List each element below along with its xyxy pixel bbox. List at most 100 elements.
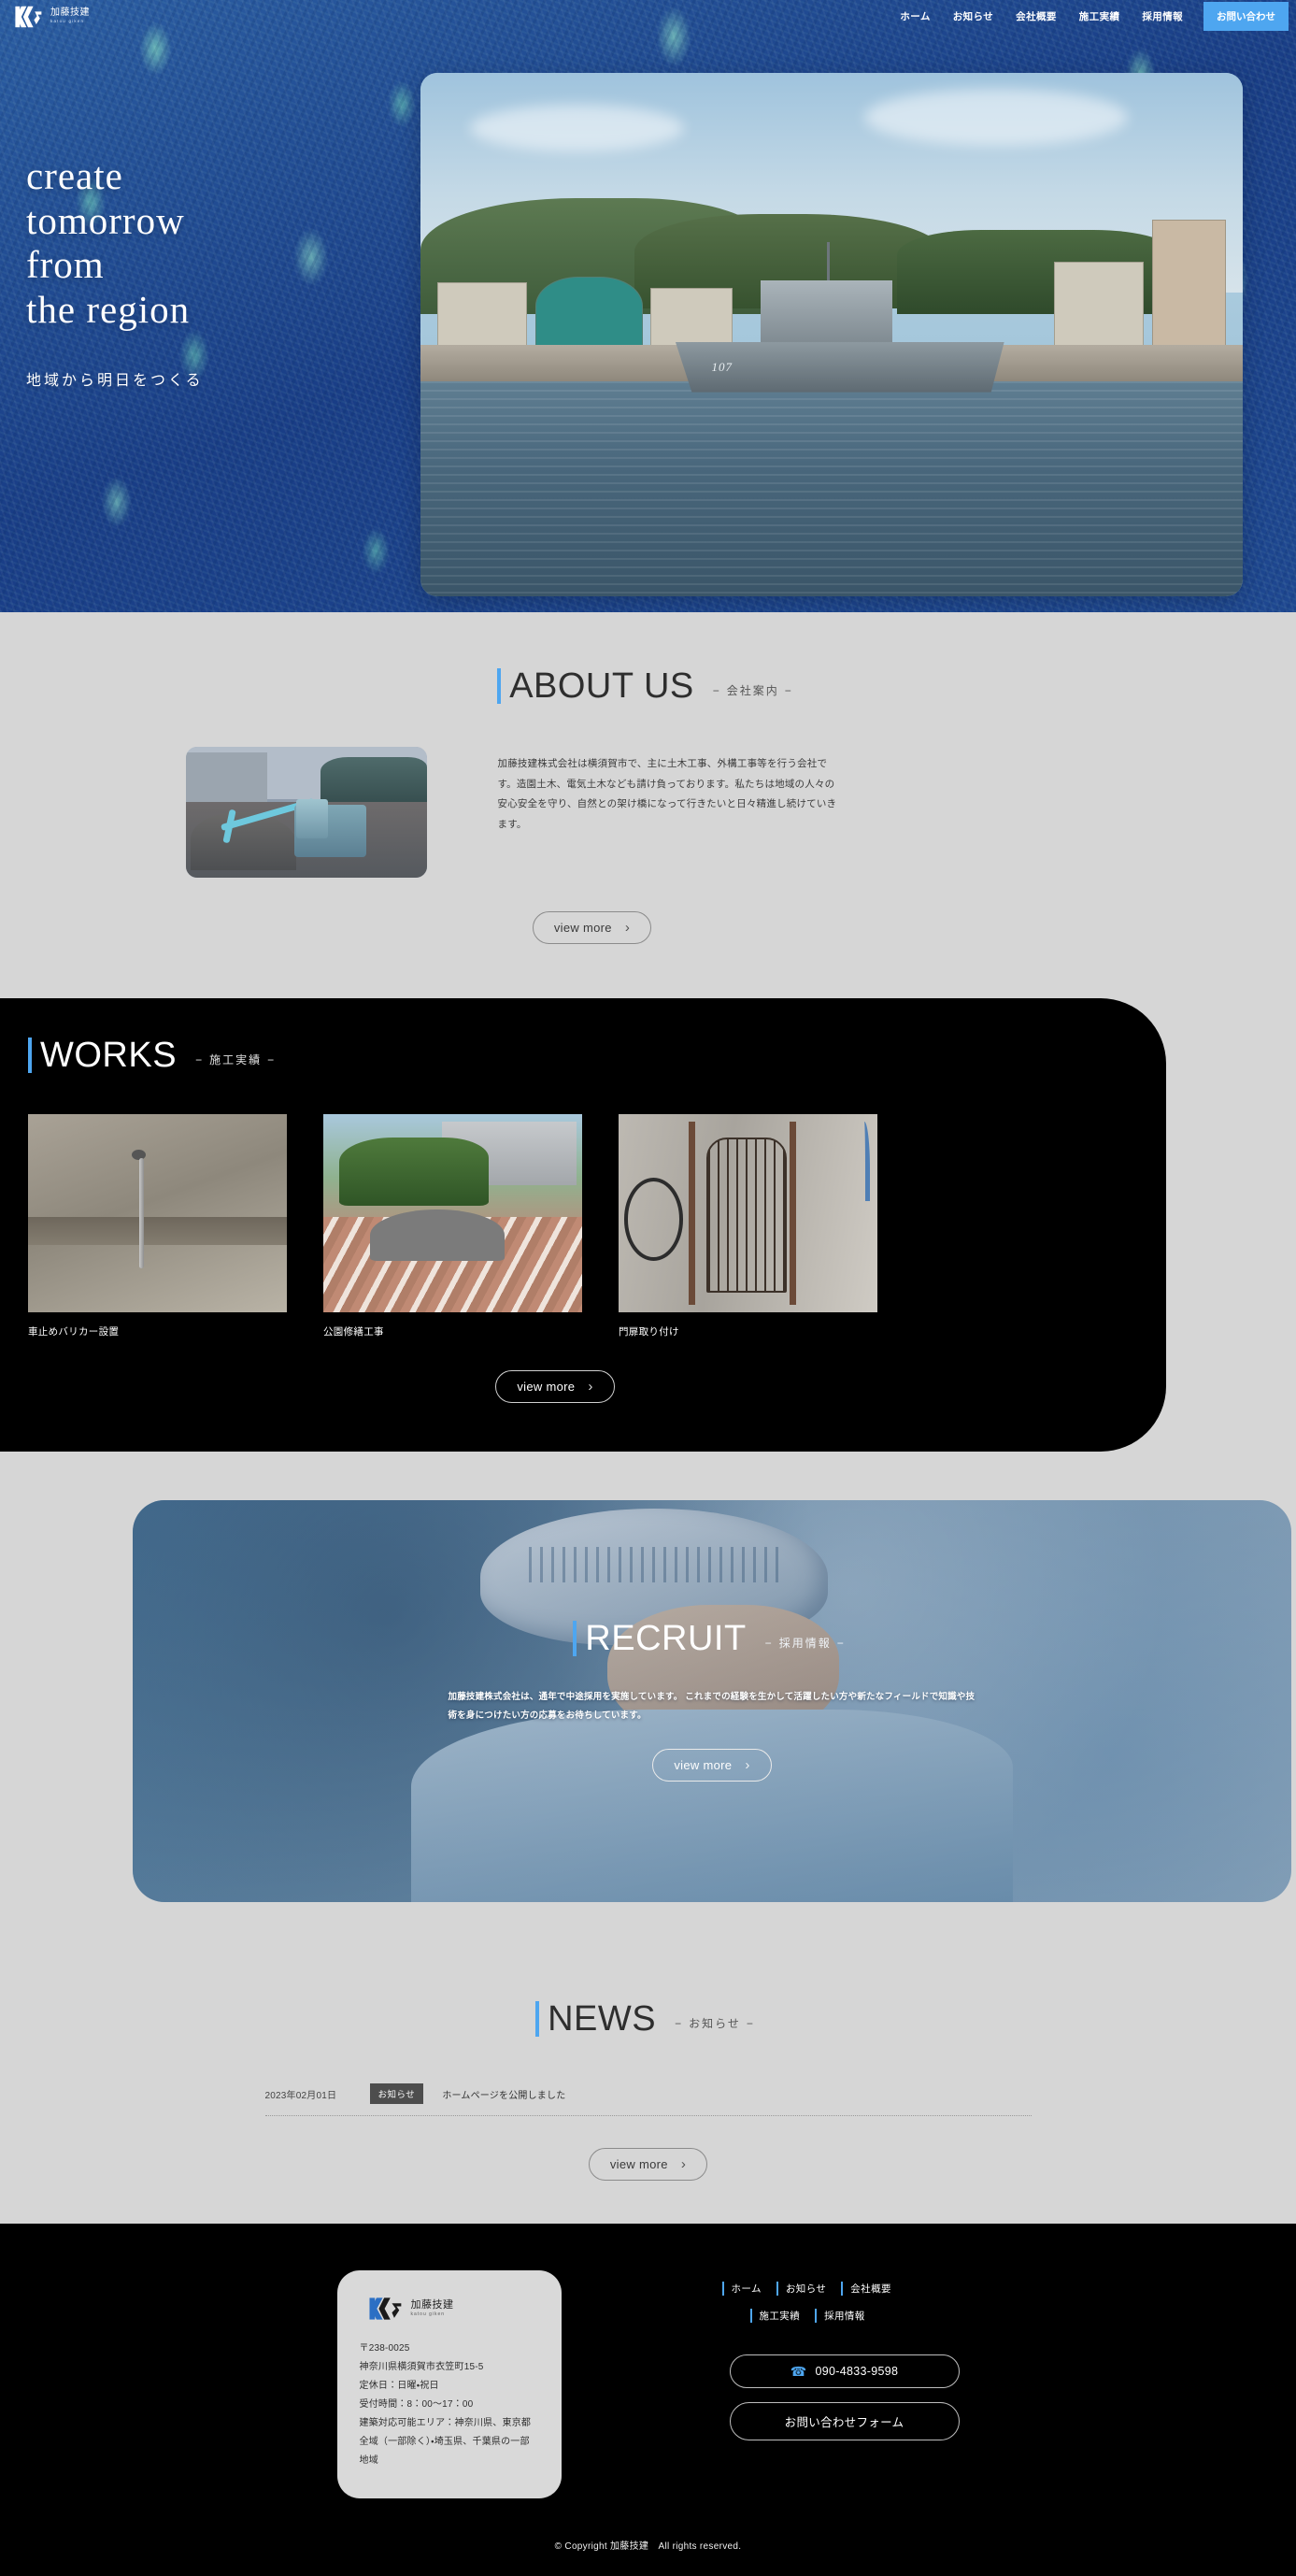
header-contact-button[interactable]: お問い合わせ [1203,2,1289,31]
work-card[interactable]: 車止めバリカー設置 [28,1114,287,1338]
nav-item-news[interactable]: お知らせ [942,9,1004,23]
nav-item-works[interactable]: 施工実績 [1068,9,1132,23]
dash-right: − [267,1053,277,1066]
news-view-more-button[interactable]: view more › [588,2148,708,2181]
footer-content: 加藤技建 katou giken 〒238-0025 神奈川県横須賀市衣笠町15… [0,2270,1296,2498]
hero-photo-cloud [864,88,1128,147]
news-section: NEWS − お知らせ − 2023年02月01日 お知らせ ホームページを公開しま… [0,1954,1296,2224]
nav-item-company[interactable]: 会社概要 [1004,9,1068,23]
footer-copyright: © Copyright 加藤技建 All rights reserved. [554,2541,742,2552]
about-view-more-label: view more [553,921,612,935]
footer-address-block: 〒238-0025 神奈川県横須賀市衣笠町15-5 定休日：日曜・祝日 受付時間… [360,2340,539,2470]
footer-logo[interactable]: 加藤技建 katou giken [360,2295,539,2323]
about-heading-en: ABOUT US [497,668,694,704]
about-heading: ABOUT US − 会社案内 − [0,668,1296,704]
nav-item-home[interactable]: ホーム [889,9,941,23]
chevron-right-icon: › [588,1379,593,1395]
about-view-more-button[interactable]: view more › [532,911,652,944]
footer-nav-item-home[interactable]: ホーム [721,2282,762,2296]
work-card[interactable]: 門扉取り付け [619,1114,877,1338]
ship-superstructure [761,279,893,347]
work-caption: 門扉取り付け [619,1326,679,1338]
about-heading-ja: − 会社案内 − [707,682,799,704]
footer-buttons: ☎ 090-4833-9598 お問い合わせフォーム [722,2354,960,2440]
footer-right-column: ホーム お知らせ 会社概要 施工実績 採用情報 ☎ 090-4833-9598 … [721,2270,960,2440]
hero-photo-building [436,282,528,351]
hero-title: create tomorrow from the region [26,154,204,332]
about-body-text: 加藤技建株式会社は横須賀市で、主に土木工事、外構工事等を行う会社です。造園土木、… [497,758,837,830]
recruit-content: RECRUIT − 採用情報 − 加藤技建株式会社は、通年で中途採用を実施しています… [133,1500,1291,1902]
footer-brand-name-en: katou giken [410,2311,446,2317]
footer-nav-item-company[interactable]: 会社概要 [841,2282,891,2296]
nav-item-recruit[interactable]: 採用情報 [1131,9,1194,23]
footer-postal-code: 〒238-0025 [359,2343,410,2354]
recruit-heading: RECRUIT − 採用情報 − [573,1620,850,1656]
footer-phone-button[interactable]: ☎ 090-4833-9598 [729,2354,960,2388]
page-root: 加藤技建 katou giken ホーム お知らせ 会社概要 施工実績 採用情報… [0,0,1296,2576]
news-item-date: 2023年02月01日 [264,2090,337,2101]
about-action-row: view more › [0,911,1296,944]
news-heading-en: NEWS [535,2001,656,2037]
works-view-more-button[interactable]: view more › [495,1370,615,1403]
kg-monogram-logo-icon [368,2297,401,2320]
news-view-more-label: view more [609,2157,668,2171]
footer-company-card: 加藤技建 katou giken 〒238-0025 神奈川県横須賀市衣笠町15… [336,2270,562,2498]
garden-hose [861,1122,870,1202]
dash-left: − [195,1053,205,1066]
kg-monogram-logo-icon [15,6,42,27]
dash-right: − [784,684,793,697]
work-thumbnail-gate [619,1114,877,1312]
hero-photo-building [1053,261,1145,351]
hero-title-line-3: from [26,243,105,287]
news-action-row: view more › [0,2148,1296,2181]
footer-nav-row-1: ホーム お知らせ 会社概要 [721,2282,891,2296]
park-trees [338,1138,490,1206]
site-logo[interactable]: 加藤技建 katou giken [13,5,90,29]
news-item-title: ホームページを公開しました [442,2090,566,2101]
hero-copy: create tomorrow from the region 地域から明日をつ… [26,154,204,390]
iron-gate [706,1138,788,1293]
hero-subtitle: 地域から明日をつくる [26,373,204,390]
recruit-view-more-button[interactable]: view more › [652,1749,772,1782]
hero-section: 加藤技建 katou giken ホーム お知らせ 会社概要 施工実績 採用情報… [0,0,1296,612]
hero-photo-warship: 107 [420,73,1243,596]
footer-nav-item-works[interactable]: 施工実績 [749,2309,801,2323]
news-item-badge: お知らせ [369,2083,424,2104]
footer-contact-form-button[interactable]: お問い合わせフォーム [729,2402,960,2440]
news-heading-ja-text: お知らせ [689,2017,741,2030]
works-heading: WORKS − 施工実績 − [0,1038,1166,1073]
about-photo-excavator [185,747,427,878]
work-thumbnail-park [323,1114,582,1312]
work-caption: 公園修繕工事 [323,1326,384,1338]
work-thumbnail-bollard [28,1114,287,1312]
hero-photo-cloud [469,104,684,151]
hero-title-line-4: the region [26,287,191,331]
dash-right: − [746,2017,755,2030]
news-item[interactable]: 2023年02月01日 お知らせ ホームページを公開しました [264,2078,1032,2116]
chevron-right-icon: › [745,1757,750,1774]
about-section: ABOUT US − 会社案内 − 加藤技建株式会社は横須賀市で、主に土木工事、外構… [0,612,1296,998]
hero-title-line-1: create [26,154,123,197]
footer-nav-item-recruit[interactable]: 採用情報 [815,2309,865,2323]
footer-brand-name-ja: 加藤技建 [410,2299,454,2311]
footer-nav-item-news[interactable]: お知らせ [776,2282,826,2296]
footer-phone-number: 090-4833-9598 [815,2365,899,2378]
dash-left: − [675,2017,684,2030]
works-action-row: view more › [0,1370,1166,1403]
brand-name-en: katou giken [50,19,85,24]
news-heading: NEWS − お知らせ − [0,2001,1296,2037]
excavator-cab [296,799,328,838]
footer-nav-row-2: 施工実績 採用情報 [722,2309,865,2323]
gate-post [789,1122,796,1305]
recruit-view-more-label: view more [674,1758,733,1773]
ship-hull-number: 107 [711,359,733,374]
chevron-right-icon: › [680,2156,687,2172]
about-content: 加藤技建株式会社は横須賀市で、主に土木工事、外構工事等を行う会社です。造園土木、… [167,747,1130,878]
recruit-banner: RECRUIT − 採用情報 − 加藤技建株式会社は、通年で中途採用を実施しています… [133,1500,1291,1902]
main-nav: ホーム お知らせ 会社概要 施工実績 採用情報 お問い合わせ [889,2,1289,31]
work-card[interactable]: 公園修繕工事 [323,1114,582,1338]
about-photo-wall [185,751,268,808]
dash-left: − [764,1636,774,1650]
works-heading-ja: − 施工実績 − [190,1052,281,1073]
recruit-section: RECRUIT − 採用情報 − 加藤技建株式会社は、通年で中途採用を実施しています… [0,1452,1296,1954]
